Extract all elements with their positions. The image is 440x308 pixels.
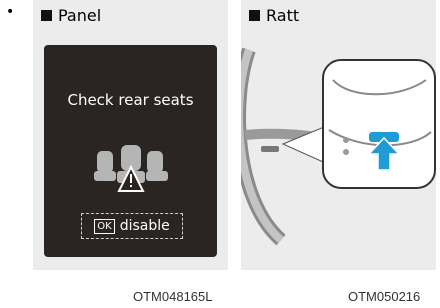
disable-label: disable [119, 218, 170, 234]
steering-wheel-illustration [241, 47, 436, 246]
panel-label: Panel [58, 6, 102, 25]
cluster-display: Check rear seats OK disable [44, 45, 217, 257]
figure-caption: OTM048165L [133, 289, 213, 304]
ok-key-icon: OK [94, 218, 115, 234]
panel-header: Ratt [249, 6, 299, 25]
seat-warning-icon [94, 145, 168, 192]
figure-caption: OTM050216 [348, 289, 421, 304]
check-rear-seats-message: Check rear seats [67, 91, 194, 109]
panel-label: Ratt [266, 6, 300, 25]
bullet: • [6, 4, 15, 20]
steering-wheel-figure: Ratt [241, 0, 436, 270]
panel-header: Panel [41, 6, 101, 25]
panel-display-figure: Panel Check rear seats OK disable [33, 0, 228, 270]
square-marker-icon [41, 10, 52, 21]
disable-option: OK disable [81, 213, 183, 239]
square-marker-icon [249, 10, 260, 21]
